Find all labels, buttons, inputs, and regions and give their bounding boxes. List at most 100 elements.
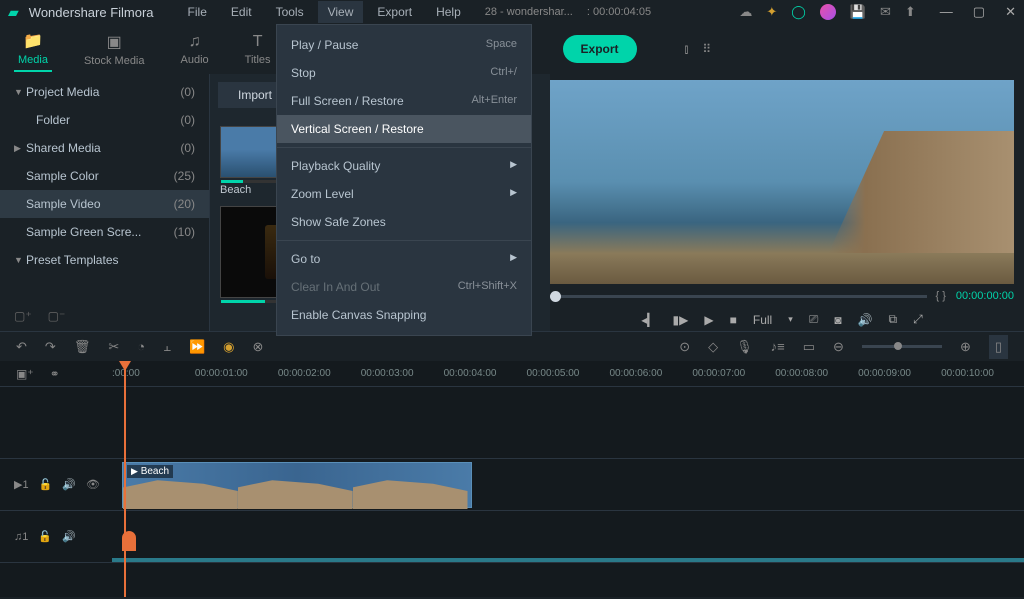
preview-video[interactable] [550, 80, 1014, 284]
tab-stock-media[interactable]: ▣ Stock Media [80, 28, 149, 71]
sidebar-item-folder[interactable]: Folder (0) [0, 106, 209, 134]
volume-icon[interactable]: 🔊 [858, 313, 873, 327]
redo-icon[interactable]: ↷ [45, 339, 56, 355]
snapshot-icon[interactable]: ◙ [834, 313, 841, 327]
remove-folder-icon[interactable]: ▢⁻ [48, 309, 66, 323]
zoom-out-icon[interactable]: ⊖ [833, 339, 844, 355]
fit-icon[interactable]: ▯ [989, 335, 1008, 359]
playhead[interactable] [124, 361, 126, 597]
cloud-icon[interactable]: ☁ [739, 4, 752, 20]
menu-file[interactable]: File [178, 1, 217, 23]
visible-icon[interactable]: 👁 [86, 478, 100, 491]
timeline-add-icon[interactable]: ▣⁺ [16, 367, 34, 381]
media-panel: Import Beach Play / Pause Space St [210, 74, 550, 331]
tips-icon[interactable]: ✦ [766, 4, 777, 20]
mute-icon[interactable]: 🔊 [62, 478, 76, 491]
menu-stop[interactable]: Stop Ctrl+/ [277, 59, 531, 87]
expand-icon[interactable]: ⤢ [913, 312, 923, 327]
upload-icon[interactable]: ⬆ [905, 4, 916, 20]
tab-titles[interactable]: T Titles [241, 29, 275, 70]
tab-media[interactable]: 📁 Media [14, 27, 52, 72]
menu-play-pause[interactable]: Play / Pause Space [277, 31, 531, 59]
video-track[interactable]: ▶1 🔓 🔊 👁 ▶ Beach [0, 459, 1024, 511]
view-dropdown: Play / Pause Space Stop Ctrl+/ Full Scre… [276, 24, 532, 336]
menu-safe-zones[interactable]: Show Safe Zones [277, 208, 531, 236]
sidebar-item-sample-color[interactable]: Sample Color (25) [0, 162, 209, 190]
sidebar-item-sample-green[interactable]: Sample Green Scre... (10) [0, 218, 209, 246]
minimize-icon[interactable]: — [940, 4, 953, 20]
media-sidebar: ▼ Project Media (0) Folder (0) ▶ Shared … [0, 74, 210, 331]
speed-icon[interactable]: ⏩ [189, 339, 205, 355]
menu-canvas-snapping[interactable]: Enable Canvas Snapping [277, 301, 531, 329]
quality-label[interactable]: Full [753, 313, 772, 327]
close-icon[interactable]: ✕ [1005, 4, 1016, 20]
add-folder-icon[interactable]: ▢⁺ [14, 309, 32, 323]
folder-icon: 📁 [23, 31, 43, 51]
track-spacer [0, 387, 1024, 459]
video-clip-beach[interactable]: ▶ Beach [122, 462, 472, 508]
menu-edit[interactable]: Edit [221, 1, 262, 23]
voiceover-icon[interactable]: 🎙 [736, 339, 753, 355]
sidebar-item-shared-media[interactable]: ▶ Shared Media (0) [0, 134, 209, 162]
maximize-icon[interactable]: ▢ [973, 4, 985, 20]
delete-icon[interactable]: 🗑 [74, 339, 91, 355]
prev-frame-icon[interactable]: ▮▶ [673, 313, 689, 327]
music-track-bar [112, 558, 1024, 562]
export-button[interactable]: Export [563, 35, 637, 63]
grid-icon[interactable]: ⠿ [702, 42, 711, 57]
aspect-icon[interactable]: ▭ [803, 339, 815, 355]
record-icon[interactable]: ⊙ [679, 339, 690, 355]
filter-icon[interactable]: ⫾ [685, 42, 689, 57]
menu-vertical-screen[interactable]: Vertical Screen / Restore [277, 115, 531, 143]
headphones-icon[interactable]: ◯ [791, 4, 806, 20]
lock-icon[interactable]: 🔓 [38, 530, 52, 543]
stop-icon[interactable]: ■ [730, 313, 737, 327]
keyframe-icon[interactable]: ◇ [708, 339, 718, 355]
mute-icon[interactable]: 🔊 [62, 530, 76, 543]
mixer-icon[interactable]: ♪≡ [771, 339, 785, 354]
menu-help[interactable]: Help [426, 1, 471, 23]
zoom-in-icon[interactable]: ⊕ [960, 339, 971, 355]
menu-view[interactable]: View [318, 1, 364, 23]
preview-seekbar[interactable]: { } 00:00:00:00 [550, 284, 1014, 308]
seek-thumb[interactable] [550, 291, 561, 302]
chevron-down-icon: ▼ [14, 255, 26, 265]
tab-audio[interactable]: ♫ Audio [177, 29, 213, 70]
menu-fullscreen[interactable]: Full Screen / Restore Alt+Enter [277, 87, 531, 115]
chevron-right-icon: ▶ [510, 252, 517, 266]
sidebar-item-sample-video[interactable]: Sample Video (20) [0, 190, 209, 218]
timeline: ▣⁺ ⚭ :00:00 00:00:01:00 00:00:02:00 00:0… [0, 361, 1024, 597]
play-icon[interactable]: ▶ [704, 313, 713, 327]
time-ruler[interactable]: ▣⁺ ⚭ :00:00 00:00:01:00 00:00:02:00 00:0… [0, 361, 1024, 387]
mail-icon[interactable]: ✉ [880, 4, 891, 20]
cut-icon[interactable]: ✂ [108, 339, 119, 355]
menu-goto[interactable]: Go to ▶ [277, 245, 531, 273]
titlebar-actions: ☁ ✦ ◯ 💾 ✉ ⬆ [739, 4, 915, 20]
lock-icon[interactable]: 🔓 [39, 478, 53, 491]
crop-icon[interactable]: ⫠ [163, 339, 171, 355]
project-timecode: : 00:00:04:05 [587, 6, 651, 18]
chevron-right-icon: ▶ [510, 159, 517, 173]
menu-tools[interactable]: Tools [266, 1, 314, 23]
display-icon[interactable]: ⎚ [809, 312, 819, 327]
link-icon[interactable]: ⚭ [50, 367, 60, 381]
menu-zoom-level[interactable]: Zoom Level ▶ [277, 180, 531, 208]
undo-icon[interactable]: ↶ [16, 339, 27, 355]
grade-icon[interactable]: ⊗ [253, 339, 264, 355]
menu-export[interactable]: Export [367, 1, 422, 23]
audio-track[interactable]: ♫1 🔓 🔊 [0, 511, 1024, 563]
copy-icon[interactable]: ⧉ [889, 312, 898, 327]
marker-icon[interactable]: ◔ [137, 339, 145, 354]
sidebar-footer: ▢⁺ ▢⁻ [0, 301, 79, 331]
chevron-right-icon: ▶ [14, 143, 26, 154]
zoom-slider[interactable] [862, 345, 942, 348]
stock-icon: ▣ [107, 32, 122, 52]
account-icon[interactable] [820, 4, 836, 20]
sidebar-item-project-media[interactable]: ▼ Project Media (0) [0, 78, 209, 106]
video-track-head: ▶1 🔓 🔊 👁 [0, 459, 112, 510]
step-back-icon[interactable]: ◂▎ [641, 313, 656, 327]
save-icon[interactable]: 💾 [850, 4, 866, 20]
sidebar-item-preset-templates[interactable]: ▼ Preset Templates [0, 246, 209, 274]
color-icon[interactable]: ◉ [223, 339, 234, 355]
menu-playback-quality[interactable]: Playback Quality ▶ [277, 152, 531, 180]
